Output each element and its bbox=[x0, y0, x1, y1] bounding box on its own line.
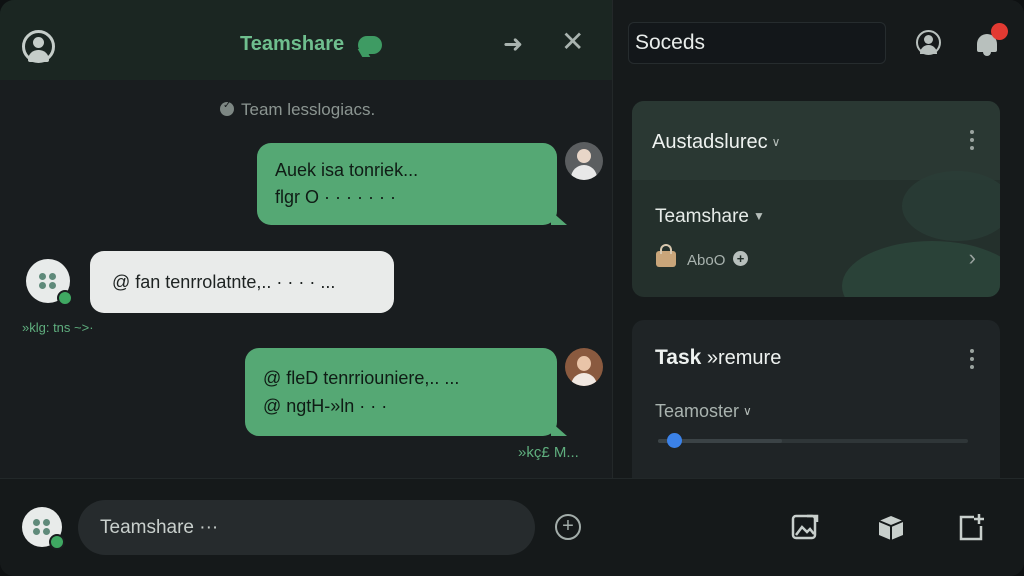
online-badge bbox=[57, 290, 73, 306]
message-line: @ fleD tenrriouniere,.. ... bbox=[263, 368, 460, 388]
group-avatar[interactable] bbox=[26, 259, 73, 306]
user-icon[interactable] bbox=[22, 30, 55, 63]
close-icon[interactable]: ✕ bbox=[561, 28, 584, 56]
card-title: Task »remure bbox=[655, 346, 781, 370]
user-icon[interactable] bbox=[916, 30, 941, 55]
plus-icon[interactable]: + bbox=[733, 251, 748, 266]
forward-arrow-icon[interactable]: ➜ bbox=[503, 30, 523, 59]
avatar[interactable] bbox=[565, 142, 603, 180]
chevron-down-icon: ∨ bbox=[771, 135, 781, 149]
online-badge bbox=[49, 534, 65, 550]
card-title-text: Austadslurec bbox=[652, 131, 768, 153]
message-bubble-outgoing[interactable]: Auek isa tonriek... flgr O · · · · · · · bbox=[257, 143, 567, 225]
message-timestamp: »kç£ M... bbox=[518, 444, 579, 461]
chat-title: Teamshare bbox=[240, 33, 345, 55]
card-meta: AboO bbox=[687, 252, 726, 269]
card-subtitle[interactable]: Teamshare ▼ bbox=[655, 206, 765, 228]
message-line: @ ngtH-»ln · · · bbox=[263, 396, 388, 416]
box-icon[interactable] bbox=[876, 512, 906, 542]
more-icon[interactable] bbox=[970, 349, 974, 373]
chevron-right-icon[interactable]: › bbox=[969, 245, 976, 271]
message-line: Auek isa tonriek... bbox=[275, 160, 419, 180]
teamshare-card[interactable]: Austadslurec ∨ Teamshare ▼ AboO + › bbox=[632, 101, 1000, 297]
card-subtitle-text: Teamoster bbox=[655, 401, 740, 421]
app-window: Teamshare ➜ ✕ Team lesslogiacs. Auek isa… bbox=[0, 0, 1024, 576]
chevron-down-icon: ▼ bbox=[753, 209, 765, 223]
avatar[interactable] bbox=[565, 348, 603, 386]
message-line: @ fan tenrrolatnte,.. · · · · ... bbox=[112, 272, 336, 292]
more-icon[interactable] bbox=[970, 130, 974, 154]
bell-icon[interactable] bbox=[975, 23, 1008, 56]
task-card[interactable]: Task »remure Teamoster ∨ bbox=[632, 320, 1000, 478]
card-title-rest: »remure bbox=[701, 347, 782, 369]
plus-icon[interactable]: + bbox=[555, 514, 581, 540]
add-page-icon[interactable] bbox=[956, 512, 986, 542]
image-edit-icon[interactable] bbox=[790, 512, 820, 542]
sender-meta: »klg: tns ~>· bbox=[22, 320, 94, 335]
lock-icon bbox=[656, 244, 676, 267]
decorative-shape bbox=[842, 241, 1000, 297]
card-subtitle[interactable]: Teamoster ∨ bbox=[655, 401, 752, 422]
system-note-text: Team lesslogiacs. bbox=[241, 100, 376, 119]
progress-track bbox=[658, 439, 968, 443]
notification-badge bbox=[991, 23, 1008, 40]
chevron-down-icon: ∨ bbox=[743, 404, 752, 418]
message-bubble-incoming[interactable]: @ fan tenrrolatnte,.. · · · · ... bbox=[90, 251, 394, 313]
card-title[interactable]: Austadslurec ∨ bbox=[652, 131, 780, 154]
progress-slider-handle[interactable] bbox=[666, 433, 682, 448]
message-line: flgr O · · · · · · · bbox=[275, 187, 396, 207]
message-input[interactable] bbox=[78, 500, 535, 555]
group-avatar[interactable] bbox=[22, 507, 65, 550]
card-title-strong: Task bbox=[655, 346, 702, 369]
system-note: Team lesslogiacs. bbox=[220, 100, 375, 120]
card-subtitle-text: Teamshare bbox=[655, 206, 749, 227]
search-input[interactable] bbox=[628, 22, 886, 64]
message-bubble-outgoing[interactable]: @ fleD tenrriouniere,.. ... @ ngtH-»ln ·… bbox=[245, 348, 567, 436]
check-icon bbox=[220, 100, 234, 116]
decorative-shape bbox=[902, 171, 1000, 241]
chat-bubble-icon bbox=[358, 36, 382, 54]
